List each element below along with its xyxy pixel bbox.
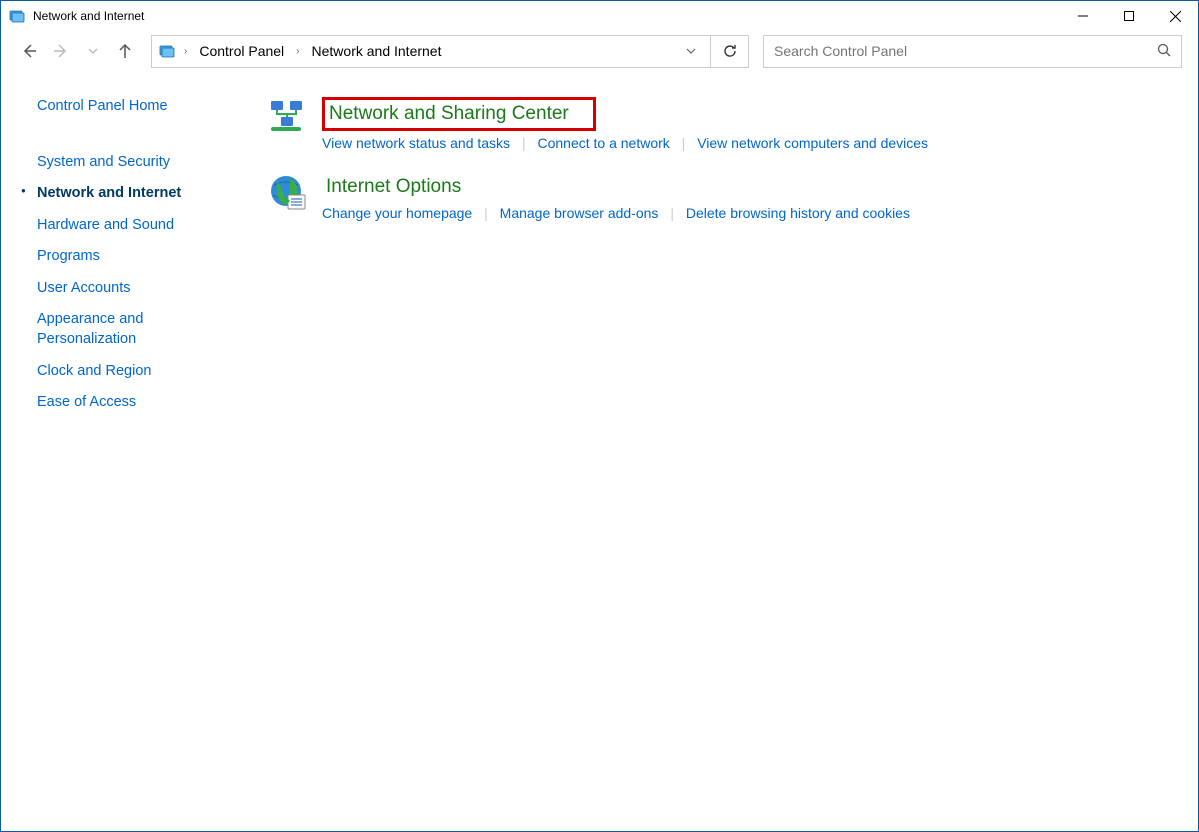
category-title-internet-options[interactable]: Internet Options [322,173,467,201]
refresh-button[interactable] [711,35,749,68]
breadcrumb-item[interactable]: Control Panel [195,41,288,61]
search-box[interactable] [763,35,1182,68]
close-button[interactable] [1152,1,1198,31]
network-sharing-icon [268,97,308,137]
window-title: Network and Internet [33,9,144,23]
main-panel: Network and Sharing Center View network … [246,97,1198,425]
category-title-network-sharing[interactable]: Network and Sharing Center [322,97,596,131]
link-manage-addons[interactable]: Manage browser add-ons [500,205,659,221]
sidebar-item-users[interactable]: User Accounts [37,279,230,299]
category-network-sharing: Network and Sharing Center View network … [268,97,1198,151]
internet-options-icon [268,173,308,213]
sidebar: Control Panel Home System and Security N… [1,97,246,425]
link-view-network-devices[interactable]: View network computers and devices [697,135,928,151]
navigation-toolbar: › Control Panel › Network and Internet [1,31,1198,71]
search-input[interactable] [774,43,1157,59]
link-connect-network[interactable]: Connect to a network [537,135,669,151]
window-controls [1060,1,1198,31]
forward-button[interactable] [45,35,77,67]
up-button[interactable] [109,35,141,67]
link-change-homepage[interactable]: Change your homepage [322,205,472,221]
address-bar[interactable]: › Control Panel › Network and Internet [151,35,711,68]
sidebar-item-hardware[interactable]: Hardware and Sound [37,216,230,236]
titlebar: Network and Internet [1,1,1198,31]
breadcrumb-separator: › [182,46,189,57]
breadcrumb-item[interactable]: Network and Internet [308,41,446,61]
window-icon [9,8,25,24]
sidebar-item-network[interactable]: Network and Internet [37,184,230,204]
link-delete-history[interactable]: Delete browsing history and cookies [686,205,910,221]
sidebar-item-ease[interactable]: Ease of Access [37,393,230,413]
recent-locations-button[interactable] [77,35,109,67]
sidebar-item-appearance[interactable]: Appearance and Personalization [37,310,230,349]
sidebar-item-system[interactable]: System and Security [37,153,230,173]
link-view-network-status[interactable]: View network status and tasks [322,135,510,151]
sidebar-home-link[interactable]: Control Panel Home [37,97,230,117]
minimize-button[interactable] [1060,1,1106,31]
content-area: Control Panel Home System and Security N… [1,71,1198,425]
address-history-dropdown[interactable] [678,40,704,63]
breadcrumb-separator: › [294,46,301,57]
category-links: View network status and tasks | Connect … [322,135,1198,151]
sidebar-item-programs[interactable]: Programs [37,247,230,267]
back-button[interactable] [13,35,45,67]
category-links: Change your homepage | Manage browser ad… [322,205,1198,221]
control-panel-icon [158,42,176,60]
sidebar-item-clock[interactable]: Clock and Region [37,362,230,382]
search-icon [1157,43,1171,60]
category-internet-options: Internet Options Change your homepage | … [268,173,1198,221]
maximize-button[interactable] [1106,1,1152,31]
